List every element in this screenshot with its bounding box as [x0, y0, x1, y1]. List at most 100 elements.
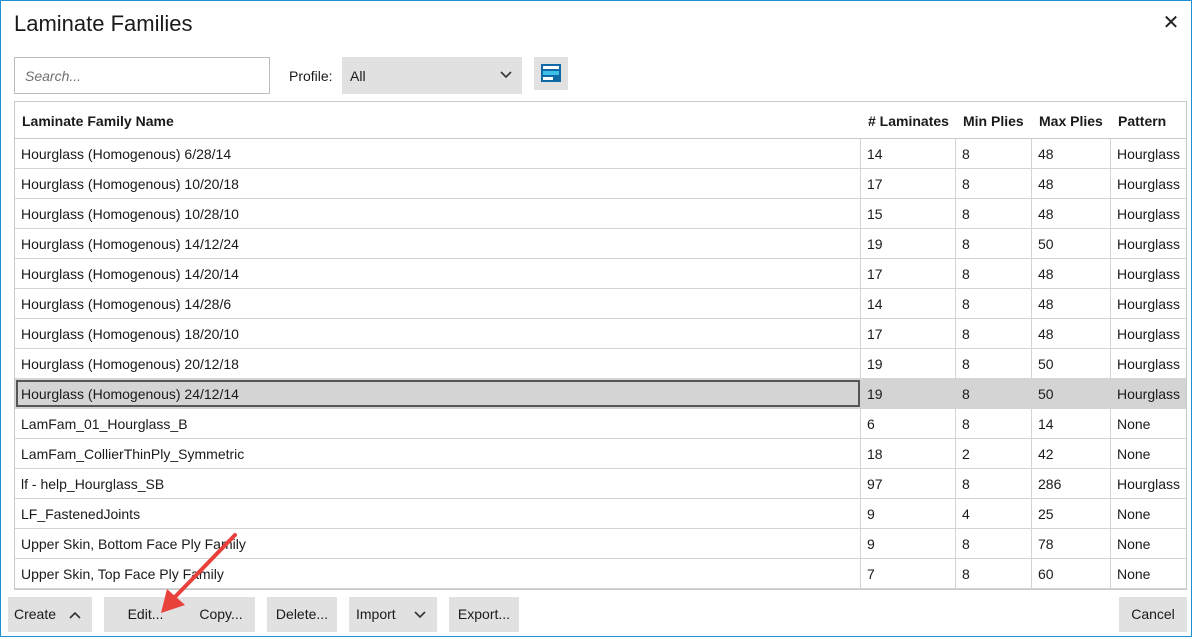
export-button[interactable]: Export...: [449, 597, 519, 632]
cell-pattern: Hourglass: [1117, 176, 1181, 192]
cell-laminates: 7: [867, 566, 875, 582]
chevron-down-icon: [500, 71, 512, 79]
cell-pattern: Hourglass: [1117, 296, 1181, 312]
cell-pattern: Hourglass: [1117, 386, 1181, 402]
table-row[interactable]: lf - help_Hourglass_SB 97 8 286 Hourglass: [15, 469, 1186, 499]
cell-laminates: 17: [867, 266, 883, 282]
cell-name: Hourglass (Homogenous) 14/28/6: [21, 296, 232, 312]
column-divider: [860, 529, 861, 558]
table-row[interactable]: Hourglass (Homogenous) 10/20/18 17 8 48 Hour…: [15, 169, 1186, 199]
column-divider: [1110, 319, 1111, 348]
cell-min-plies: 8: [962, 566, 970, 582]
table-row[interactable]: Hourglass (Homogenous) 20/12/18 19 8 50 Hour…: [15, 349, 1186, 379]
column-divider: [860, 169, 861, 198]
column-divider: [860, 139, 861, 168]
chevron-down-icon: [414, 611, 426, 619]
column-divider: [1031, 289, 1032, 318]
column-divider: [1110, 559, 1111, 588]
column-divider: [860, 409, 861, 438]
cell-pattern: None: [1117, 566, 1151, 582]
cell-pattern: Hourglass: [1117, 356, 1181, 372]
table-row[interactable]: Hourglass (Homogenous) 14/20/14 17 8 48 Hour…: [15, 259, 1186, 289]
cell-max-plies: 50: [1038, 386, 1054, 402]
cell-min-plies: 8: [962, 266, 970, 282]
column-divider: [860, 499, 861, 528]
cell-name: Upper Skin, Bottom Face Ply Family: [21, 536, 246, 552]
column-divider: [955, 499, 956, 528]
cell-laminates: 19: [867, 386, 883, 402]
column-divider: [955, 319, 956, 348]
column-divider: [1110, 529, 1111, 558]
cell-min-plies: 8: [962, 356, 970, 372]
table-row[interactable]: LamFam_CollierThinPly_Symmetric 18 2 42 None: [15, 439, 1186, 469]
cell-pattern: None: [1117, 416, 1151, 432]
cell-pattern: Hourglass: [1117, 326, 1181, 342]
column-divider: [1031, 379, 1032, 408]
create-button[interactable]: Create: [8, 597, 92, 632]
profile-dropdown[interactable]: All: [342, 57, 522, 94]
column-header-name[interactable]: Laminate Family Name: [22, 113, 174, 129]
column-chooser-icon: [541, 64, 561, 82]
cell-name: Hourglass (Homogenous) 18/20/10: [21, 326, 239, 342]
import-button[interactable]: Import: [349, 597, 437, 632]
column-divider: [955, 439, 956, 468]
column-divider: [1031, 139, 1032, 168]
column-divider: [860, 319, 861, 348]
table-row[interactable]: Hourglass (Homogenous) 18/20/10 17 8 48 Hour…: [15, 319, 1186, 349]
column-header-min-plies[interactable]: Min Plies: [963, 113, 1024, 129]
table-row[interactable]: Hourglass (Homogenous) 14/12/24 19 8 50 Hour…: [15, 229, 1186, 259]
cell-max-plies: 48: [1038, 266, 1054, 282]
table-row-selected[interactable]: Hourglass (Homogenous) 24/12/14 19 8 50 Hour…: [15, 379, 1186, 409]
cell-max-plies: 286: [1038, 476, 1062, 492]
cell-laminates: 6: [867, 416, 875, 432]
search-input[interactable]: [14, 57, 270, 94]
cell-min-plies: 8: [962, 176, 970, 192]
table-row[interactable]: Hourglass (Homogenous) 14/28/6 14 8 48 Hourg…: [15, 289, 1186, 319]
cell-max-plies: 42: [1038, 446, 1054, 462]
column-divider: [1031, 319, 1032, 348]
column-divider: [1110, 259, 1111, 288]
column-header-pattern[interactable]: Pattern: [1118, 113, 1166, 129]
column-divider: [955, 259, 956, 288]
cell-max-plies: 50: [1038, 236, 1054, 252]
column-divider: [955, 169, 956, 198]
column-chooser-button[interactable]: [534, 57, 568, 90]
cell-min-plies: 8: [962, 206, 970, 222]
column-divider: [860, 439, 861, 468]
close-icon[interactable]: ✕: [1159, 11, 1183, 35]
table-row[interactable]: Hourglass (Homogenous) 6/28/14 14 8 48 Hourg…: [15, 139, 1186, 169]
column-header-laminates[interactable]: # Laminates: [868, 113, 949, 129]
cell-min-plies: 8: [962, 326, 970, 342]
cell-max-plies: 48: [1038, 146, 1054, 162]
cell-laminates: 9: [867, 506, 875, 522]
cell-laminates: 17: [867, 176, 883, 192]
laminate-families-dialog: Laminate Families ✕ Profile: All Laminat…: [0, 0, 1192, 637]
column-divider: [1031, 349, 1032, 378]
cancel-button[interactable]: Cancel: [1119, 597, 1187, 632]
table-row[interactable]: Hourglass (Homogenous) 10/28/10 15 8 48 Hour…: [15, 199, 1186, 229]
table-row[interactable]: LamFam_01_Hourglass_B 6 8 14 None: [15, 409, 1186, 439]
column-divider: [1031, 499, 1032, 528]
cell-max-plies: 25: [1038, 506, 1054, 522]
table-row[interactable]: LF_FastenedJoints 9 4 25 None: [15, 499, 1186, 529]
column-divider: [860, 469, 861, 498]
cell-laminates: 14: [867, 146, 883, 162]
column-divider: [860, 289, 861, 318]
cell-laminates: 19: [867, 236, 883, 252]
cell-pattern: Hourglass: [1117, 476, 1181, 492]
cell-name: Hourglass (Homogenous) 14/12/24: [21, 236, 239, 252]
cell-name: lf - help_Hourglass_SB: [21, 476, 165, 492]
column-divider: [1110, 199, 1111, 228]
column-divider: [955, 379, 956, 408]
cell-max-plies: 78: [1038, 536, 1054, 552]
delete-button[interactable]: Delete...: [267, 597, 337, 632]
cell-laminates: 19: [867, 356, 883, 372]
cell-name: Upper Skin, Top Face Ply Family: [21, 566, 224, 582]
cell-name: Hourglass (Homogenous) 6/28/14: [21, 146, 232, 162]
column-header-max-plies[interactable]: Max Plies: [1039, 113, 1103, 129]
column-divider: [1110, 169, 1111, 198]
column-divider: [860, 379, 861, 408]
column-divider: [860, 349, 861, 378]
cell-max-plies: 14: [1038, 416, 1054, 432]
cell-max-plies: 48: [1038, 206, 1054, 222]
